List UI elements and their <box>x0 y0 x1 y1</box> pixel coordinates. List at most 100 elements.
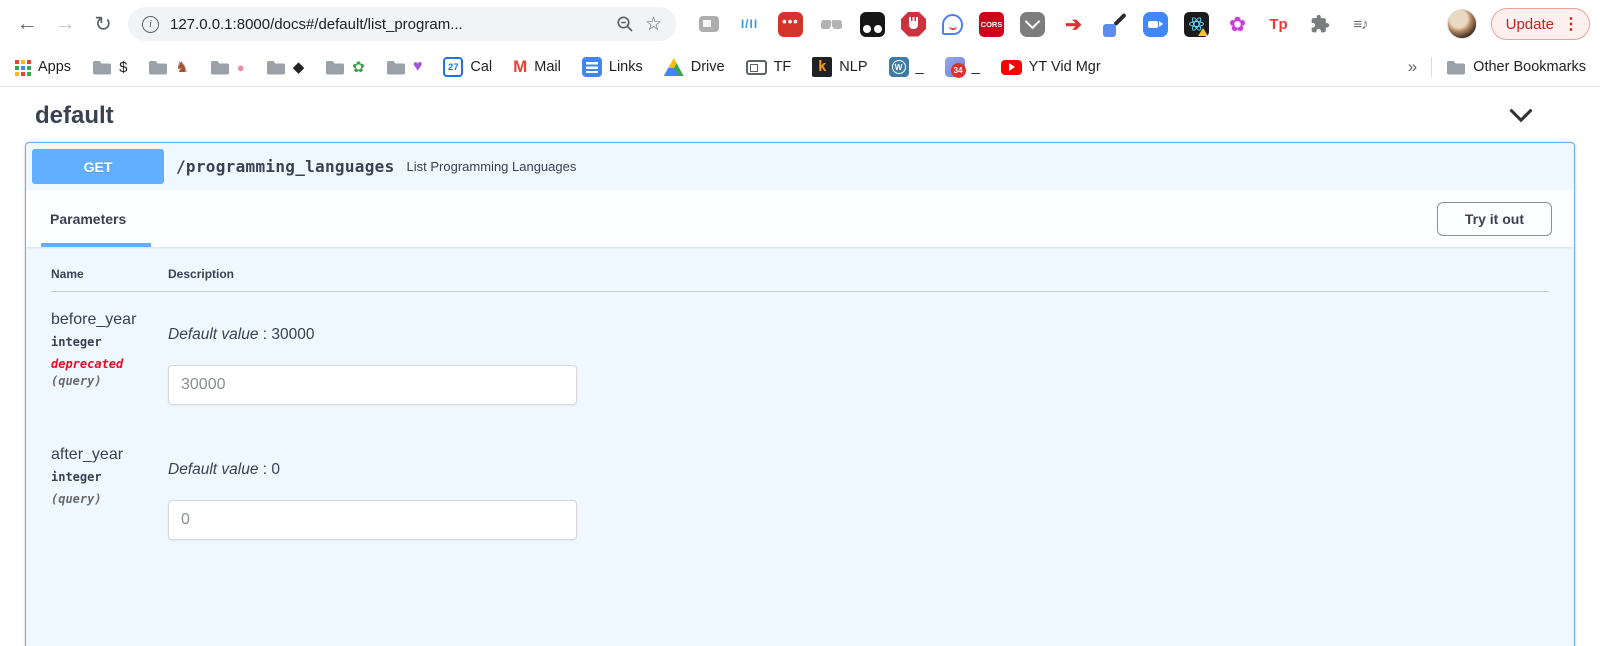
folder-emoji: $ <box>119 59 127 76</box>
bookmark-label: Mail <box>534 59 561 75</box>
bookmark-folder-education[interactable]: ◆ <box>266 58 305 76</box>
url-text: 127.0.0.1:8000/docs#/default/list_progra… <box>170 16 605 33</box>
lastpass-extension-icon[interactable]: ••• <box>778 12 803 37</box>
binoculars-extension-icon[interactable] <box>819 12 844 37</box>
param-type: integer <box>51 335 168 349</box>
bookmark-label: Apps <box>38 59 71 75</box>
bookmark-label: Other Bookmarks <box>1473 59 1586 75</box>
dark-reader-extension-icon[interactable] <box>860 12 885 37</box>
column-name-header: Name <box>51 267 168 281</box>
browser-menu-dots-icon[interactable]: ⋮ <box>1563 14 1579 34</box>
param-default-line: Default value : 30000 <box>168 326 1549 344</box>
column-description-header: Description <box>168 267 234 281</box>
param-location: (query) <box>51 492 168 506</box>
bookmark-folder-herb[interactable]: ✿ <box>325 58 365 76</box>
try-it-out-button[interactable]: Try it out <box>1437 202 1552 236</box>
extensions-row: I/II ••• CORS ➔ ✿ Tp ≡♪ <box>696 12 1437 37</box>
param-name: before_year <box>51 311 168 329</box>
swagger-page: default GET /programming_languages List … <box>0 87 1600 646</box>
bookmark-calendar[interactable]: 27 Cal <box>443 57 492 77</box>
folder-icon <box>210 60 230 75</box>
zoom-camera-extension-icon[interactable] <box>1143 12 1168 37</box>
pocket-extension-icon[interactable] <box>1020 12 1045 37</box>
bookmark-gmail[interactable]: M Mail <box>513 57 561 77</box>
extensions-puzzle-icon[interactable] <box>1307 12 1332 37</box>
tp-extension-icon[interactable]: Tp <box>1266 12 1291 37</box>
param-deprecated-label: deprecated <box>51 357 168 371</box>
bookmarks-bar: Apps $ ♞ ● ◆ ✿ ♥ 27 Cal M Mail Links Dri… <box>0 48 1600 87</box>
param-input-before-year[interactable] <box>168 365 577 405</box>
separator: : <box>258 326 271 343</box>
default-value-label: Default value <box>168 461 258 478</box>
folder-icon <box>92 60 112 75</box>
google-calendar-icon: 27 <box>443 57 463 77</box>
update-label: Update <box>1506 16 1554 33</box>
bookmark-nlp[interactable]: k NLP <box>812 57 867 77</box>
param-input-after-year[interactable] <box>168 500 577 540</box>
param-type: integer <box>51 470 168 484</box>
bookmark-tf[interactable]: TF <box>746 59 792 75</box>
kaggle-icon: k <box>812 57 832 77</box>
bookmark-label: _ <box>916 59 924 75</box>
folder-icon <box>386 60 406 75</box>
gmail-icon: M <box>513 57 527 77</box>
bookmark-star-icon[interactable]: ☆ <box>645 13 662 36</box>
bookmark-label: Links <box>609 59 643 75</box>
bookmark-folder-horse[interactable]: ♞ <box>148 58 188 76</box>
back-icon[interactable]: ← <box>10 7 44 41</box>
parameters-header: Parameters Try it out <box>26 190 1574 247</box>
bookmark-label: _ <box>972 59 980 75</box>
page-info-icon[interactable]: i <box>142 16 159 33</box>
folder-emoji: ✿ <box>352 58 365 76</box>
table-header: Name Description <box>51 267 1549 292</box>
color-picker-extension-icon[interactable] <box>1102 12 1127 37</box>
react-devtools-extension-icon[interactable] <box>1184 12 1209 37</box>
google-drive-icon <box>664 58 684 76</box>
folder-icon <box>148 60 168 75</box>
zoom-out-icon[interactable] <box>616 15 634 33</box>
other-bookmarks[interactable]: Other Bookmarks <box>1446 59 1586 75</box>
screenshot-extension-icon[interactable] <box>696 12 721 37</box>
param-name: after_year <box>51 446 168 464</box>
bookmarks-overflow-icon[interactable]: » <box>1408 57 1417 77</box>
wordpress-icon: W <box>889 57 909 77</box>
update-button[interactable]: Update ⋮ <box>1491 8 1590 40</box>
folder-emoji: ♥ <box>413 58 423 76</box>
bookmark-folder-brain[interactable]: ● <box>210 60 245 75</box>
youtube-icon <box>1001 60 1022 75</box>
bookmark-links[interactable]: Links <box>582 57 643 77</box>
chat-bubble-extension-icon[interactable] <box>942 14 963 35</box>
operation-summary[interactable]: GET /programming_languages List Programm… <box>26 143 1574 190</box>
folder-emoji: ♞ <box>175 58 188 76</box>
wayback-machine-extension-icon[interactable]: I/II <box>737 12 762 37</box>
address-bar[interactable]: i 127.0.0.1:8000/docs#/default/list_prog… <box>128 7 676 41</box>
apps-grid-icon <box>14 59 31 76</box>
parameters-table: Name Description before_year integer dep… <box>26 247 1574 582</box>
section-title: default <box>35 102 114 130</box>
profile-avatar[interactable] <box>1447 9 1477 39</box>
card-icon <box>746 60 767 75</box>
bookmark-drive[interactable]: Drive <box>664 58 725 76</box>
bookmark-apps[interactable]: Apps <box>14 59 71 76</box>
tab-parameters[interactable]: Parameters <box>50 190 126 247</box>
collapse-chevron-icon[interactable] <box>1507 106 1535 126</box>
bookmark-badge34[interactable]: 34 _ <box>945 57 980 77</box>
bookmark-folder-heart[interactable]: ♥ <box>386 58 423 76</box>
share-arrow-extension-icon[interactable]: ➔ <box>1061 12 1086 37</box>
folder-icon <box>325 60 345 75</box>
badge-number: 34 <box>951 63 966 78</box>
cors-extension-icon[interactable]: CORS <box>979 12 1004 37</box>
bookmark-youtube[interactable]: YT Vid Mgr <box>1001 59 1101 75</box>
divider <box>1431 57 1432 77</box>
flower-extension-icon[interactable]: ✿ <box>1225 12 1250 37</box>
folder-icon <box>1446 60 1466 75</box>
playlist-extension-icon[interactable]: ≡♪ <box>1348 12 1373 37</box>
param-row-after-year: after_year integer (query) Default value… <box>51 427 1549 562</box>
bookmark-folder-money[interactable]: $ <box>92 59 127 76</box>
reload-icon[interactable]: ↻ <box>86 7 120 41</box>
tag-section-header[interactable]: default <box>25 94 1575 142</box>
bookmark-wordpress[interactable]: W _ <box>889 57 924 77</box>
forward-icon[interactable]: → <box>48 7 82 41</box>
adblock-hand-extension-icon[interactable] <box>901 12 926 37</box>
bookmark-label: YT Vid Mgr <box>1029 59 1101 75</box>
